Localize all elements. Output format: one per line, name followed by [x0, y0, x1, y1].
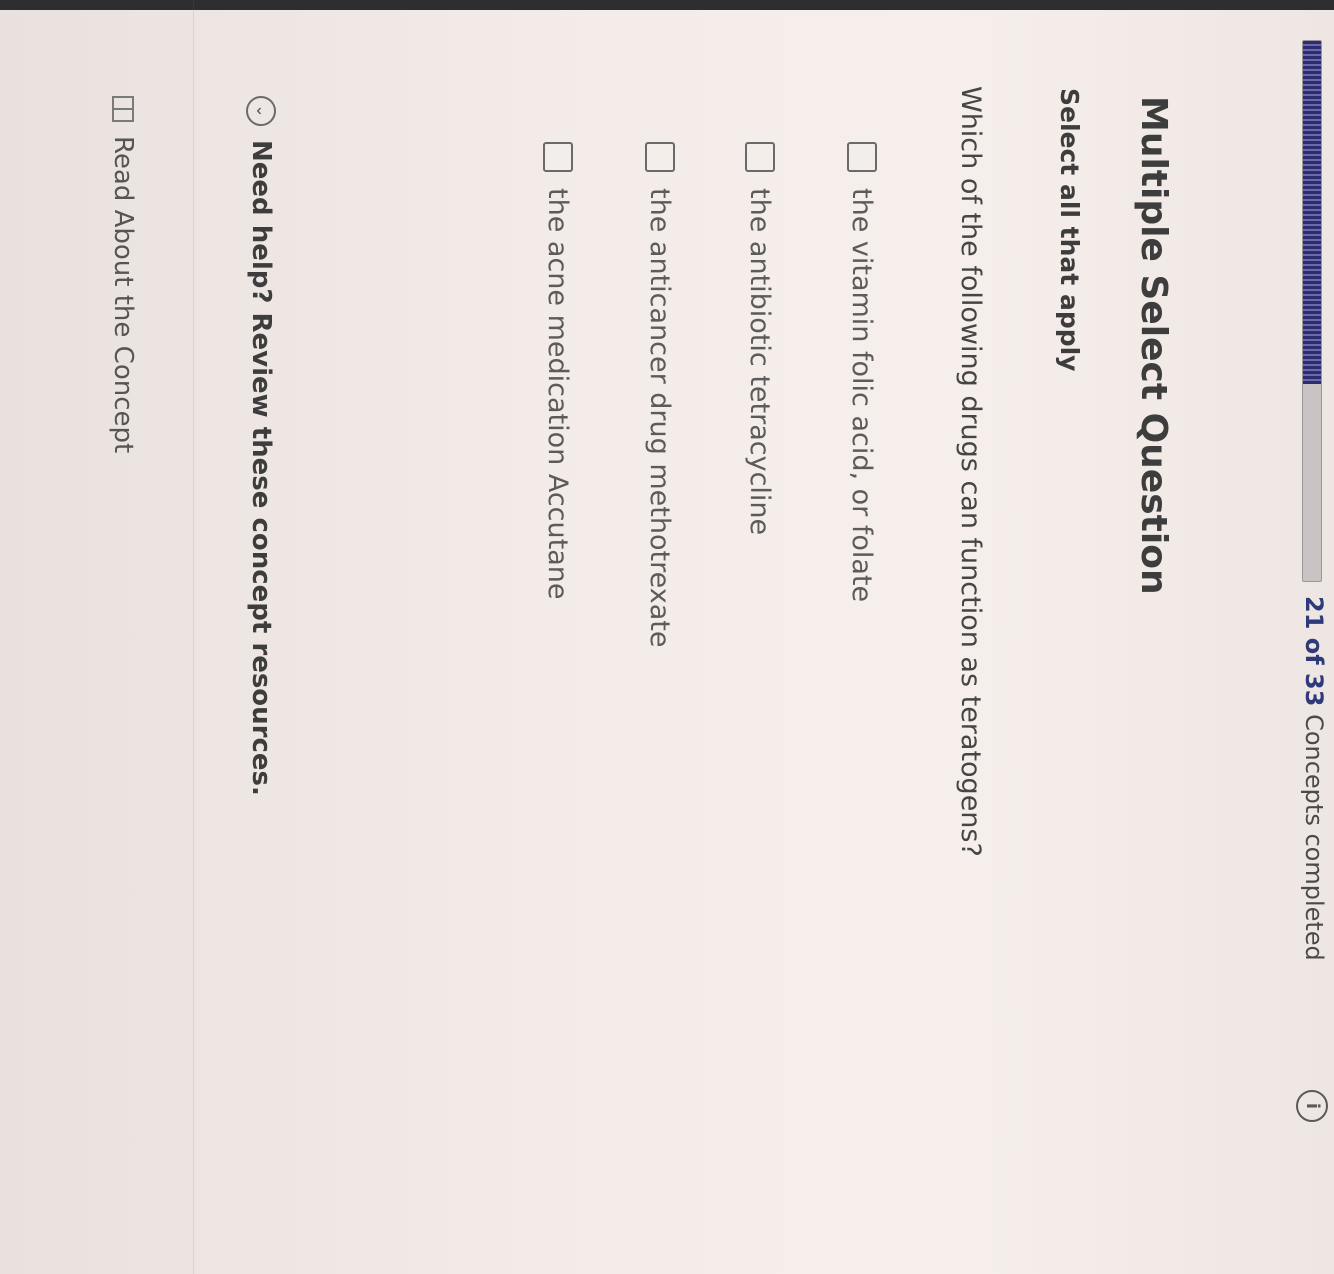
answer-option-2[interactable]: the antibiotic tetracycline — [742, 142, 778, 535]
answer-option-label: the vitamin folic acid, or folate — [846, 188, 878, 603]
progress-count: 21 of 33 — [1300, 596, 1328, 707]
answer-option-4[interactable]: the acne medication Accutane — [540, 142, 576, 600]
question-instruction: Select all that apply — [1055, 88, 1084, 372]
question-type-title: Multiple Select Question — [1133, 96, 1174, 595]
read-concept-link[interactable]: Read About the Concept — [108, 96, 138, 453]
book-icon — [112, 96, 134, 122]
question-prompt: Which of the following drugs can functio… — [955, 86, 986, 857]
checkbox[interactable] — [543, 142, 573, 172]
help-toggle[interactable]: ⌄ Need help? Review these concept resour… — [246, 96, 276, 796]
checkbox[interactable] — [645, 142, 675, 172]
checkbox[interactable] — [745, 142, 775, 172]
answer-option-3[interactable]: the anticancer drug methotrexate — [642, 142, 678, 647]
checkbox[interactable] — [847, 142, 877, 172]
progress-bar — [1302, 40, 1322, 582]
progress-header: 21 of 33 Concepts completed i — [1286, 0, 1334, 1274]
answer-option-label: the antibiotic tetracycline — [744, 188, 776, 536]
info-icon[interactable]: i — [1296, 1090, 1328, 1122]
progress-bar-fill — [1303, 41, 1321, 385]
progress-text: 21 of 33 Concepts completed — [1300, 596, 1328, 961]
answer-option-1[interactable]: the vitamin folic acid, or folate — [844, 142, 880, 602]
divider — [193, 0, 194, 1274]
read-concept-label: Read About the Concept — [108, 136, 138, 454]
help-text: Need help? Review these concept resource… — [246, 140, 276, 796]
progress-suffix: Concepts completed — [1300, 706, 1328, 961]
answer-option-label: the acne medication Accutane — [542, 188, 574, 600]
answer-option-label: the anticancer drug methotrexate — [644, 188, 676, 648]
screen: 21 of 33 Concepts completed i Multiple S… — [0, 0, 1334, 1274]
chevron-down-icon[interactable]: ⌄ — [246, 96, 276, 126]
question-page: 21 of 33 Concepts completed i Multiple S… — [0, 0, 1334, 1274]
